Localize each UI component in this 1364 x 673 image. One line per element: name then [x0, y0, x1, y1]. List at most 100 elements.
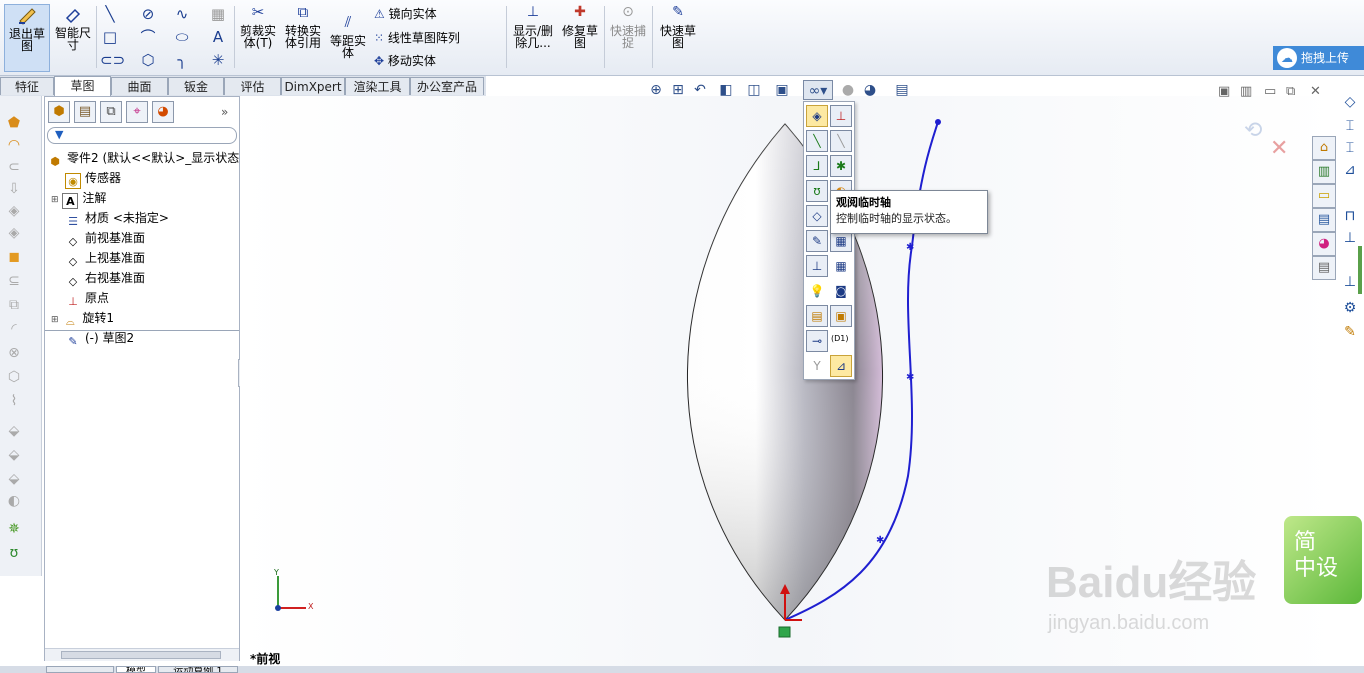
view-planes-icon[interactable]: ◈ [806, 105, 828, 127]
dimxpert-tab-icon[interactable]: ⌖ [126, 101, 148, 123]
smart-dim-right-icon[interactable]: ◇ [1340, 92, 1360, 112]
horizontal-dim-icon[interactable]: ⌶ [1340, 116, 1360, 136]
view-cameras-icon[interactable]: ◙ [830, 280, 852, 302]
shell-icon[interactable]: ⌇ [5, 392, 23, 410]
loft-cut-icon[interactable]: ⧉ [5, 296, 23, 314]
tab-render-tools[interactable]: 渲染工具 [345, 77, 410, 95]
tab-evaluate[interactable]: 评估 [224, 77, 281, 95]
mirror-entities-button[interactable]: ⚠ 镜向实体 [374, 6, 437, 22]
view-points-icon[interactable]: ✱ [830, 155, 852, 177]
feature-tree-tab-icon[interactable]: ⬢ [48, 101, 70, 123]
wrap-icon[interactable]: ⬙ [5, 470, 23, 488]
tree-item-sketch2[interactable]: ✎ (-) 草图2 [65, 328, 134, 350]
zoom-to-fit-icon[interactable]: ⊕ [646, 80, 666, 100]
line-icon[interactable]: ╲ [100, 5, 120, 23]
curves-icon[interactable]: ʊ [5, 544, 23, 562]
view-live-sections-icon[interactable]: ⊿ [830, 355, 852, 377]
move-entities-button[interactable]: ✥ 移动实体 [374, 53, 436, 69]
expand-panel-icon[interactable]: » [221, 105, 228, 119]
rapid-sketch-button[interactable]: ✎ 快速草 图 [656, 4, 700, 49]
display-manager-tab-icon[interactable]: ◕ [152, 101, 174, 123]
property-manager-tab-icon[interactable]: ▤ [74, 101, 96, 123]
tab-features[interactable]: 特征 [0, 77, 54, 95]
scrollbar-thumb[interactable] [61, 651, 221, 659]
draft-icon[interactable]: ⬙ [5, 422, 23, 440]
view-lights-icon[interactable]: 💡 [806, 280, 828, 302]
rapid-sketch-right-icon[interactable]: ✎ [1340, 322, 1360, 342]
view-annotations-icon[interactable]: Y [806, 355, 828, 377]
dome-icon[interactable]: ⬙ [5, 446, 23, 464]
viewport-single-icon[interactable]: ▣ [1218, 84, 1230, 99]
hide-show-items-icon[interactable]: ∞▾ [803, 80, 833, 100]
tree-item-material[interactable]: ☰ 材质 <未指定> [65, 208, 169, 230]
point-icon[interactable]: ✳ [208, 51, 228, 69]
view-origins-icon[interactable]: ⊥ [830, 105, 852, 127]
tree-item-top-plane[interactable]: ◇ 上视基准面 [65, 248, 145, 270]
intersect-icon[interactable]: ◐ [5, 492, 23, 510]
tree-item-sensors[interactable]: ◉ 传感器 [65, 168, 121, 189]
tab-sheet-metal[interactable]: 钣金 [168, 77, 224, 95]
ellipse-icon[interactable]: ⬭ [172, 28, 192, 46]
arc-icon[interactable]: ⌒ [138, 28, 158, 46]
rib-icon[interactable]: ⬡ [5, 368, 23, 386]
restore-icon[interactable]: ⧉ [1286, 84, 1295, 99]
sweep-cut-icon[interactable]: ⊆ [5, 272, 23, 290]
revolve-icon[interactable]: ◠ [5, 136, 23, 154]
filter-input[interactable]: ▼ [47, 127, 237, 144]
pattern-feature-icon[interactable]: ⊗ [5, 344, 23, 362]
spline-icon[interactable]: ∿ [172, 5, 192, 23]
revolve-cut-icon[interactable]: ◼ [5, 248, 23, 266]
smart-dimension-button[interactable]: 智能尺 寸 [54, 4, 92, 51]
offset-entities-button[interactable]: ⫽ 等距实 体 [328, 14, 368, 60]
cancel-corner-icon[interactable]: ✕ [1270, 136, 1288, 161]
configuration-tab-icon[interactable]: ⧉ [100, 101, 122, 123]
view-sketches-icon[interactable]: ✎ [806, 230, 828, 252]
file-explorer-icon[interactable]: ▭ [1312, 184, 1336, 208]
fillet-feature-icon[interactable]: ◜ [5, 320, 23, 338]
rectangle-icon[interactable]: □ [100, 28, 120, 46]
panel-horizontal-scrollbar[interactable] [45, 648, 239, 661]
home-icon[interactable]: ⌂ [1312, 136, 1336, 160]
display-style-icon[interactable]: ▣ [772, 80, 792, 100]
custom-properties-icon[interactable]: ▤ [1312, 256, 1336, 280]
repair-sketch-button[interactable]: ✚ 修复草 图 [560, 4, 600, 49]
convert-entities-button[interactable]: ⧉ 转换实 体引用 [282, 4, 324, 50]
view-dimension-names-icon[interactable]: ◇ [806, 205, 828, 227]
tree-item-front-plane[interactable]: ◇ 前视基准面 [65, 228, 145, 250]
section-view-icon[interactable]: ◧ [716, 80, 736, 100]
viewport-two-icon[interactable]: ▥ [1240, 84, 1252, 99]
exit-sketch-button[interactable]: 退出草 图 [4, 4, 50, 72]
scene-icon[interactable]: ◕ [860, 80, 880, 100]
display-delete-relations-button[interactable]: ⊥ 显示/删 除几... [510, 4, 556, 49]
circle-icon[interactable]: ⊘ [138, 5, 158, 23]
expand-icon[interactable]: ⊞ [51, 315, 59, 325]
view-coordinate-systems-icon[interactable]: ⅃ [806, 155, 828, 177]
text-icon[interactable]: A [208, 28, 228, 46]
cloud-upload-button[interactable]: ☁ 拖拽上传 [1273, 46, 1364, 70]
tab-dimxpert[interactable]: DimXpert [281, 77, 345, 95]
loft-icon[interactable]: ⇩ [5, 180, 23, 198]
design-library-icon[interactable]: ▥ [1312, 160, 1336, 184]
nav-arrows[interactable] [46, 666, 114, 673]
add-relation-icon[interactable]: ⊿ [1340, 160, 1360, 180]
tree-item-revolve1[interactable]: ⊞ ⌓ 旋转1 [51, 308, 114, 330]
tree-root[interactable]: ⬢ 零件2 (默认<<默认>_显示状态 [47, 148, 239, 170]
close-icon[interactable]: ✕ [1310, 84, 1321, 99]
scroll-indicator[interactable] [1358, 246, 1362, 294]
tree-item-annotations[interactable]: ⊞ A 注解 [51, 188, 106, 210]
extrude-icon[interactable]: ⬟ [5, 114, 23, 132]
slot-icon[interactable]: ⊂⊃ [100, 51, 125, 69]
edit-appearance-icon[interactable]: ● [838, 80, 858, 100]
minimize-icon[interactable]: ▭ [1264, 84, 1276, 99]
fully-define-icon[interactable]: ⊓ [1340, 206, 1360, 226]
view-routing-icon[interactable]: ▣ [830, 305, 852, 327]
zoom-area-icon[interactable]: ⊞ [668, 80, 688, 100]
tree-item-right-plane[interactable]: ◇ 右视基准面 [65, 268, 145, 290]
reference-geometry-icon[interactable]: ✵ [5, 520, 23, 538]
tab-surfaces[interactable]: 曲面 [111, 77, 168, 95]
view-weld-beads-icon[interactable]: ⊸ [806, 330, 828, 352]
sketch-right-icon[interactable]: ⚙ [1340, 298, 1360, 318]
sweep-icon[interactable]: ⊂ [5, 158, 23, 176]
view-curves-icon[interactable]: ʊ [806, 180, 828, 202]
previous-view-icon[interactable]: ↶ [690, 80, 710, 100]
